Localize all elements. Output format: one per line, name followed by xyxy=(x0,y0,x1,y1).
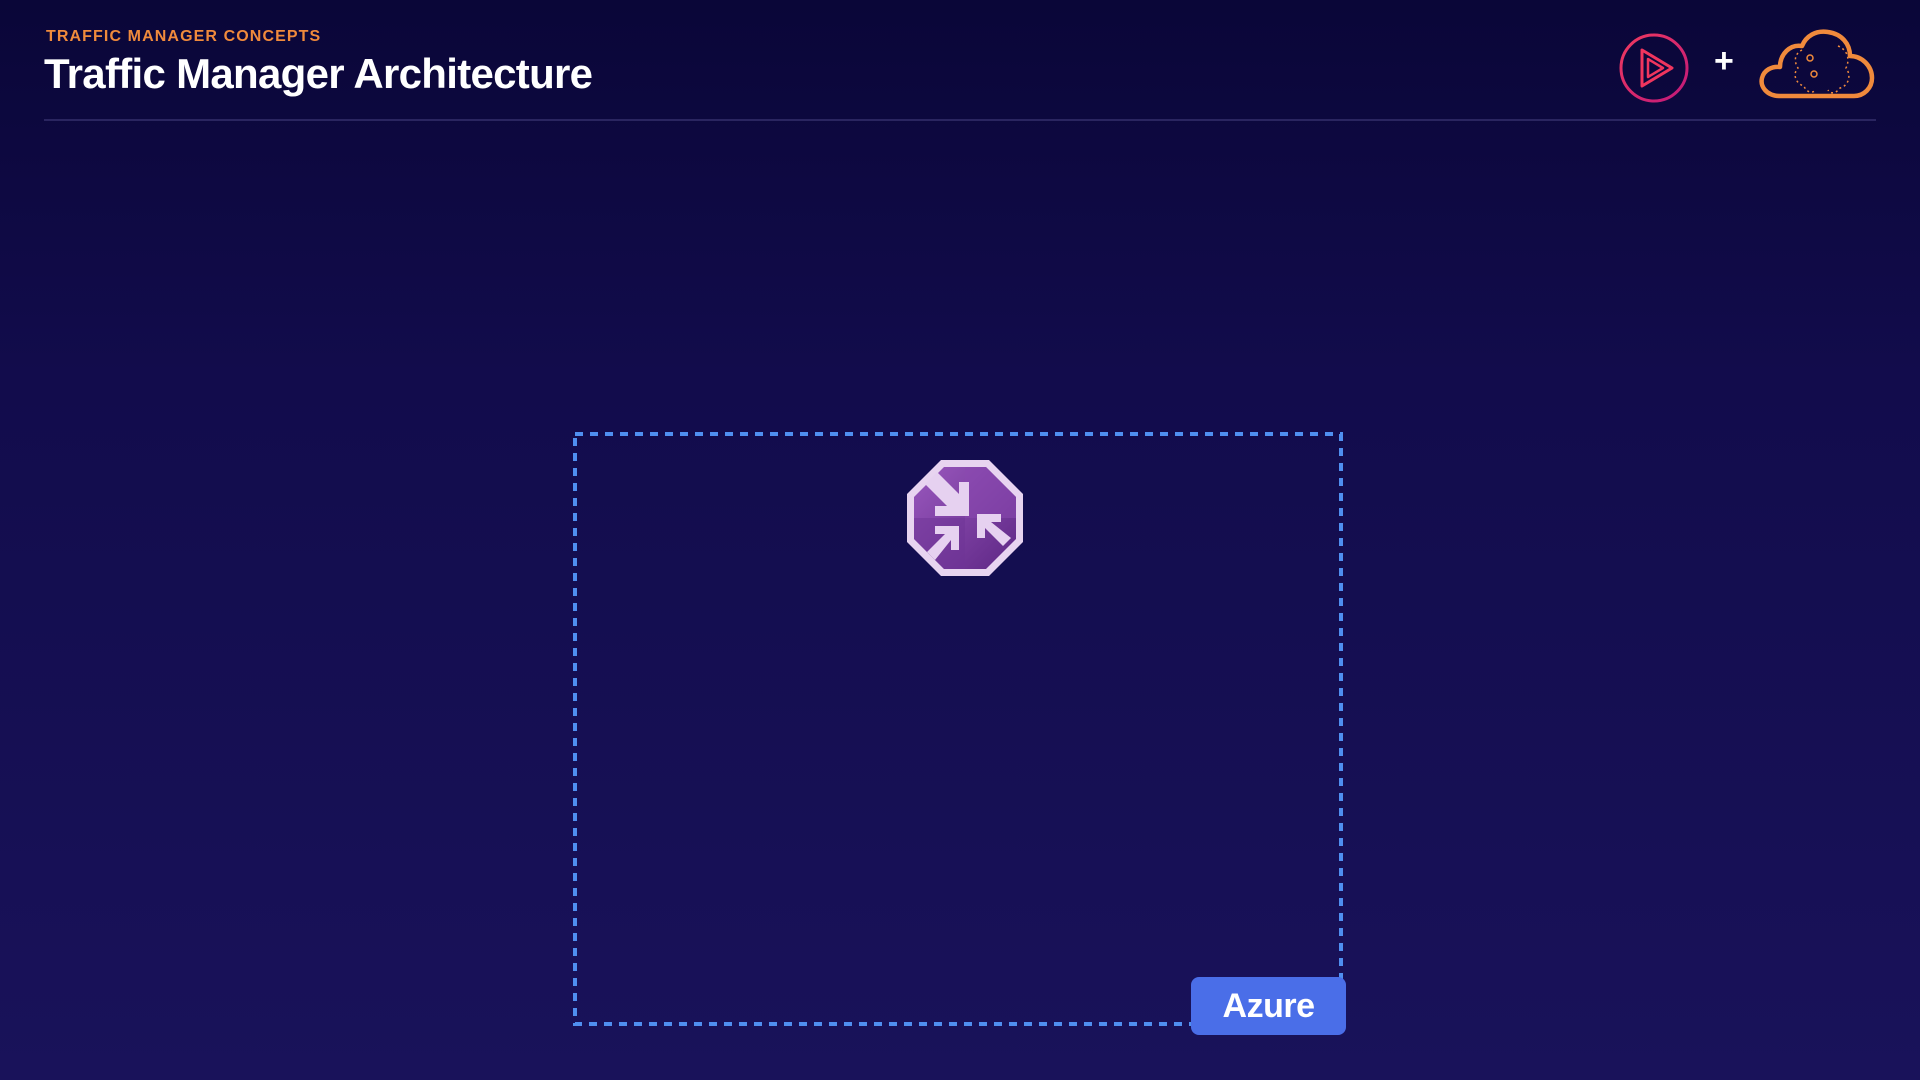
pluralsight-play-icon xyxy=(1619,33,1689,103)
section-eyebrow: TRAFFIC MANAGER CONCEPTS xyxy=(46,28,322,45)
header-divider xyxy=(44,119,1876,121)
brand-logos: + xyxy=(1618,28,1878,104)
azure-region: Azure xyxy=(573,432,1346,1035)
plus-sign: + xyxy=(1714,42,1734,80)
slide-title: Traffic Manager Architecture xyxy=(44,50,593,97)
traffic-manager-icon[interactable] xyxy=(903,456,1027,580)
slide-header: TRAFFIC MANAGER CONCEPTS Traffic Manager… xyxy=(44,24,1876,120)
cloud-brain-icon xyxy=(1759,29,1875,99)
azure-label-badge: Azure xyxy=(1191,977,1346,1035)
